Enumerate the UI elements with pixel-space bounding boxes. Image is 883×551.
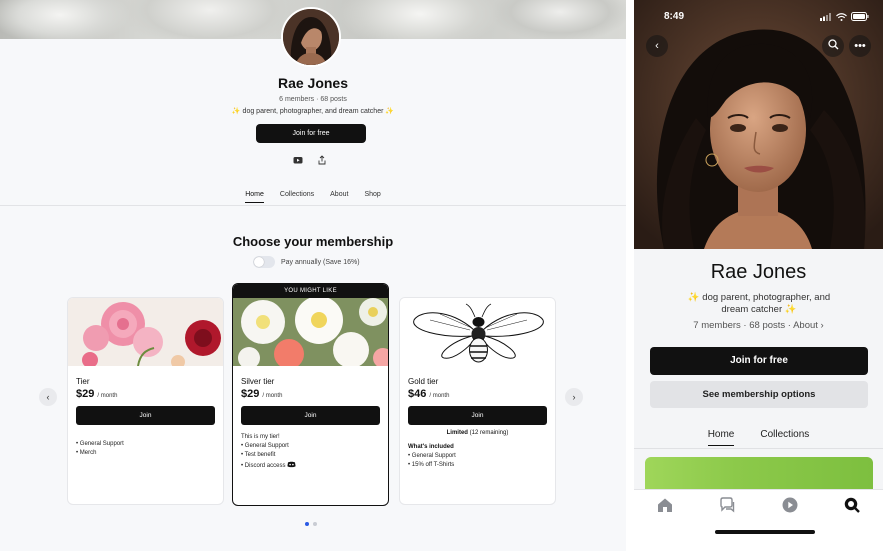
status-time: 8:49 [664, 11, 685, 22]
play-icon[interactable] [781, 496, 799, 514]
silver-tier-card: YOU MIGHT LIKE Silver tier $29 / month J… [232, 283, 389, 506]
creator-name: Rae Jones [710, 261, 807, 283]
benefit-text: Discord access [244, 463, 286, 469]
benefit-list: General Support Merch [76, 441, 215, 456]
wifi-icon [836, 12, 847, 24]
tier-image-white-peonies [233, 298, 388, 366]
creator-name: Rae Jones [277, 75, 349, 91]
carousel-pagination [305, 522, 317, 526]
tier-price: $46 / month [408, 388, 547, 400]
benefit-item: General Support [76, 441, 215, 447]
tabs-divider [634, 448, 883, 449]
pay-annually-label: Pay annually (Save 16%) [281, 258, 360, 266]
bottom-navigation [634, 489, 883, 551]
gold-tier-card: Gold tier $46 / month Join Limited (12 r… [399, 297, 556, 505]
remaining-count: (12 remaining) [469, 430, 509, 436]
creator-bio: ✨ dog parent, photographer, and dream ca… [687, 292, 831, 315]
tier-price: $29 / month [76, 388, 215, 400]
price-amount: $46 [408, 388, 427, 400]
join-tier-button[interactable]: Join [408, 406, 547, 425]
carousel-next-button[interactable]: › [565, 388, 583, 406]
whats-included-heading: What's included [408, 444, 454, 450]
benefit-item: Merch [76, 450, 215, 456]
tab-collections[interactable]: Collections [280, 191, 314, 203]
pagination-dot-active[interactable] [305, 522, 309, 526]
price-period: / month [262, 393, 283, 399]
billing-toggle-row: Pay annually (Save 16%) [253, 256, 360, 268]
limited-label: Limited [446, 430, 468, 436]
tab-collections[interactable]: Collections [760, 429, 809, 446]
benefit-item: General Support [408, 453, 547, 459]
back-button[interactable]: ‹ [646, 35, 668, 57]
creator-avatar [281, 7, 341, 67]
battery-icon [851, 12, 869, 24]
chevron-left-icon: ‹ [655, 40, 659, 52]
more-horizontal-icon: ••• [854, 40, 866, 52]
benefit-list: General Support 15% off T-Shirts [408, 453, 547, 468]
benefit-list: General Support Test benefit Discord acc… [241, 443, 380, 469]
see-membership-options-button[interactable]: See membership options [650, 381, 868, 408]
profile-tabs: Home Collections [634, 429, 883, 446]
search-button[interactable] [822, 35, 844, 57]
tier-name: Tier [76, 377, 90, 386]
benefit-item: General Support [241, 443, 380, 449]
status-bar: 8:49 [634, 0, 883, 26]
signal-icon [820, 12, 832, 24]
tabs-divider [0, 205, 626, 206]
creator-bio: ✨ dog parent, photographer, and dream ca… [231, 108, 395, 115]
tab-shop[interactable]: Shop [364, 191, 380, 203]
search-icon [827, 39, 839, 52]
tab-home[interactable]: Home [707, 429, 735, 446]
tier-name: Gold tier [408, 377, 439, 386]
tier-name: Silver tier [241, 377, 275, 386]
membership-heading: Choose your membership [232, 234, 394, 249]
benefit-item: Test benefit [241, 452, 380, 458]
creator-cover-photo [634, 0, 883, 249]
carousel-prev-button[interactable]: ‹ [39, 388, 57, 406]
benefit-item: 15% off T-Shirts [408, 462, 547, 468]
profile-tabs: Home Collections About Shop [0, 191, 626, 203]
pagination-dot[interactable] [313, 522, 317, 526]
tab-about[interactable]: About [330, 191, 348, 203]
tier-image-peonies [68, 298, 223, 366]
join-for-free-button[interactable]: Join for free [650, 347, 868, 375]
system-icons [820, 12, 869, 24]
creator-stats[interactable]: 7 members · 68 posts · About › [634, 320, 883, 331]
youtube-icon[interactable] [293, 152, 303, 164]
tab-home[interactable]: Home [245, 191, 264, 203]
creator-stats: 6 members · 68 posts [279, 96, 347, 103]
join-tier-button[interactable]: Join [76, 406, 215, 425]
chat-icon[interactable] [718, 496, 736, 514]
benefit-item-discord: Discord access [241, 461, 380, 469]
home-icon[interactable] [656, 496, 674, 514]
social-icons [293, 152, 327, 165]
post-preview-image[interactable] [645, 457, 873, 489]
recommended-badge: YOU MIGHT LIKE [233, 284, 388, 298]
join-tier-button[interactable]: Join [241, 406, 380, 425]
chevron-right-icon: › [572, 392, 576, 402]
pay-annually-toggle[interactable] [253, 256, 275, 268]
discord-icon [287, 461, 296, 469]
tier-price: $29 / month [241, 388, 380, 400]
chevron-left-icon: ‹ [46, 392, 50, 402]
limited-availability: Limited (12 remaining) [408, 430, 547, 436]
tier-image-bee [400, 298, 555, 366]
price-period: / month [429, 393, 450, 399]
price-period: / month [97, 393, 118, 399]
price-amount: $29 [241, 388, 260, 400]
search-icon[interactable] [843, 496, 861, 514]
mobile-creator-page: 8:49 ‹ ••• Rae Jones ✨ dog parent, photo… [634, 0, 883, 551]
tier-card: Tier $29 / month Join General Support Me… [67, 297, 224, 505]
home-indicator [715, 530, 815, 534]
join-for-free-button[interactable]: Join for free [256, 124, 366, 143]
tier-description: This is my tier! [241, 434, 280, 440]
desktop-creator-page: Rae Jones 6 members · 68 posts ✨ dog par… [0, 0, 626, 551]
price-amount: $29 [76, 388, 95, 400]
more-options-button[interactable]: ••• [849, 35, 871, 57]
share-icon[interactable] [317, 152, 327, 165]
